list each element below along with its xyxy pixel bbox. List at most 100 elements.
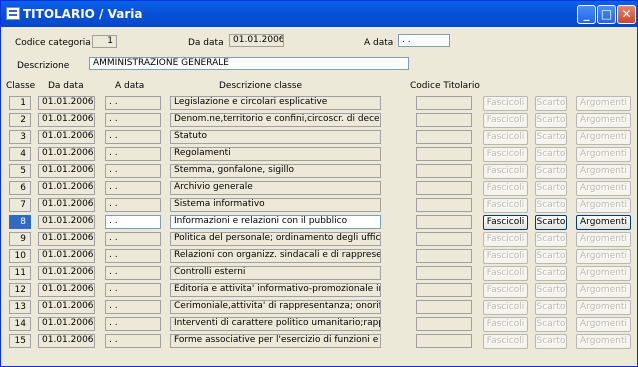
row-classe-number[interactable]: 10 [9, 249, 31, 263]
row-a-data[interactable]: . . [105, 283, 161, 297]
argomenti-button[interactable]: Argomenti [576, 266, 631, 281]
da-data-field[interactable]: 01.01.2006 [229, 34, 284, 47]
row-classe-number[interactable]: 15 [9, 334, 31, 348]
row-codice-titolario[interactable] [416, 113, 472, 127]
scarto-button[interactable]: Scarto [535, 266, 567, 281]
row-a-data[interactable]: . . [105, 266, 161, 280]
row-codice-titolario[interactable] [416, 300, 472, 314]
row-a-data[interactable]: . . [105, 249, 161, 263]
a-data-field[interactable]: . . [398, 34, 450, 47]
row-da-data[interactable]: 01.01.2006 [38, 96, 95, 110]
row-classe-number[interactable]: 14 [9, 317, 31, 331]
row-classe-number[interactable]: 1 [9, 96, 31, 110]
fascicoli-button[interactable]: Fascicoli [483, 181, 528, 196]
scarto-button[interactable]: Scarto [535, 147, 567, 162]
row-a-data[interactable]: . . [105, 147, 161, 161]
row-codice-titolario[interactable] [416, 215, 472, 229]
row-descrizione[interactable]: Politica del personale; ordinamento degl… [170, 232, 381, 246]
row-codice-titolario[interactable] [416, 266, 472, 280]
argomenti-button[interactable]: Argomenti [576, 181, 631, 196]
row-descrizione[interactable]: Editoria e attivita' informativo-promozi… [170, 283, 381, 297]
row-a-data[interactable]: . . [105, 96, 161, 110]
fascicoli-button[interactable]: Fascicoli [483, 317, 528, 332]
row-classe-number[interactable]: 3 [9, 130, 31, 144]
row-classe-number[interactable]: 9 [9, 232, 31, 246]
argomenti-button[interactable]: Argomenti [576, 164, 631, 179]
argomenti-button[interactable]: Argomenti [576, 249, 631, 264]
row-da-data[interactable]: 01.01.2006 [38, 164, 95, 178]
row-da-data[interactable]: 01.01.2006 [38, 232, 95, 246]
row-classe-number[interactable]: 4 [9, 147, 31, 161]
row-da-data[interactable]: 01.01.2006 [38, 317, 95, 331]
close-button[interactable]: ✕ [617, 5, 636, 24]
row-da-data[interactable]: 01.01.2006 [38, 249, 95, 263]
row-classe-number[interactable]: 5 [9, 164, 31, 178]
row-classe-number[interactable]: 11 [9, 266, 31, 280]
row-da-data[interactable]: 01.01.2006 [38, 266, 95, 280]
fascicoli-button[interactable]: Fascicoli [483, 198, 528, 213]
row-a-data[interactable]: . . [105, 198, 161, 212]
row-codice-titolario[interactable] [416, 147, 472, 161]
row-descrizione[interactable]: Sistema informativo [170, 198, 381, 212]
row-a-data[interactable]: . . [105, 181, 161, 195]
row-codice-titolario[interactable] [416, 283, 472, 297]
fascicoli-button[interactable]: Fascicoli [483, 232, 528, 247]
row-codice-titolario[interactable] [416, 317, 472, 331]
scarto-button[interactable]: Scarto [535, 300, 567, 315]
scarto-button[interactable]: Scarto [535, 232, 567, 247]
argomenti-button[interactable]: Argomenti [576, 300, 631, 315]
row-da-data[interactable]: 01.01.2006 [38, 147, 95, 161]
row-classe-number[interactable]: 8 [9, 215, 31, 229]
row-classe-number[interactable]: 13 [9, 300, 31, 314]
row-da-data[interactable]: 01.01.2006 [38, 215, 95, 229]
fascicoli-button[interactable]: Fascicoli [483, 300, 528, 315]
scarto-button[interactable]: Scarto [535, 198, 567, 213]
scarto-button[interactable]: Scarto [535, 164, 567, 179]
row-descrizione[interactable]: Statuto [170, 130, 381, 144]
row-codice-titolario[interactable] [416, 96, 472, 110]
row-a-data[interactable]: . . [105, 164, 161, 178]
row-descrizione[interactable]: Denom.ne,territorio e confini,circoscr. … [170, 113, 381, 127]
row-codice-titolario[interactable] [416, 334, 472, 348]
row-codice-titolario[interactable] [416, 198, 472, 212]
argomenti-button[interactable]: Argomenti [576, 198, 631, 213]
row-classe-number[interactable]: 2 [9, 113, 31, 127]
argomenti-button[interactable]: Argomenti [576, 215, 631, 230]
fascicoli-button[interactable]: Fascicoli [483, 96, 528, 111]
fascicoli-button[interactable]: Fascicoli [483, 130, 528, 145]
row-a-data[interactable]: . . [105, 113, 161, 127]
row-a-data[interactable]: . . [105, 232, 161, 246]
scarto-button[interactable]: Scarto [535, 317, 567, 332]
fascicoli-button[interactable]: Fascicoli [483, 164, 528, 179]
row-da-data[interactable]: 01.01.2006 [38, 198, 95, 212]
scarto-button[interactable]: Scarto [535, 283, 567, 298]
row-descrizione[interactable]: Forme associative per l'esercizio di fun… [170, 334, 381, 348]
row-da-data[interactable]: 01.01.2006 [38, 181, 95, 195]
fascicoli-button[interactable]: Fascicoli [483, 334, 528, 349]
fascicoli-button[interactable]: Fascicoli [483, 215, 528, 230]
scarto-button[interactable]: Scarto [535, 215, 567, 230]
row-descrizione[interactable]: Interventi di carattere politico umanita… [170, 317, 381, 331]
fascicoli-button[interactable]: Fascicoli [483, 283, 528, 298]
row-codice-titolario[interactable] [416, 181, 472, 195]
argomenti-button[interactable]: Argomenti [576, 130, 631, 145]
row-codice-titolario[interactable] [416, 130, 472, 144]
row-a-data[interactable]: . . [105, 317, 161, 331]
scarto-button[interactable]: Scarto [535, 96, 567, 111]
row-a-data[interactable]: . . [105, 300, 161, 314]
fascicoli-button[interactable]: Fascicoli [483, 249, 528, 264]
row-descrizione[interactable]: Controlli esterni [170, 266, 381, 280]
scarto-button[interactable]: Scarto [535, 181, 567, 196]
title-bar[interactable]: TITOLARIO / Varia _ □ ✕ [1, 1, 637, 27]
row-da-data[interactable]: 01.01.2006 [38, 130, 95, 144]
row-a-data[interactable]: . . [105, 215, 161, 229]
scarto-button[interactable]: Scarto [535, 249, 567, 264]
scarto-button[interactable]: Scarto [535, 130, 567, 145]
fascicoli-button[interactable]: Fascicoli [483, 113, 528, 128]
scarto-button[interactable]: Scarto [535, 113, 567, 128]
minimize-button[interactable]: _ [577, 5, 596, 24]
argomenti-button[interactable]: Argomenti [576, 113, 631, 128]
row-descrizione[interactable]: Cerimoniale,attivita' di rappresentanza;… [170, 300, 381, 314]
argomenti-button[interactable]: Argomenti [576, 232, 631, 247]
row-classe-number[interactable]: 12 [9, 283, 31, 297]
